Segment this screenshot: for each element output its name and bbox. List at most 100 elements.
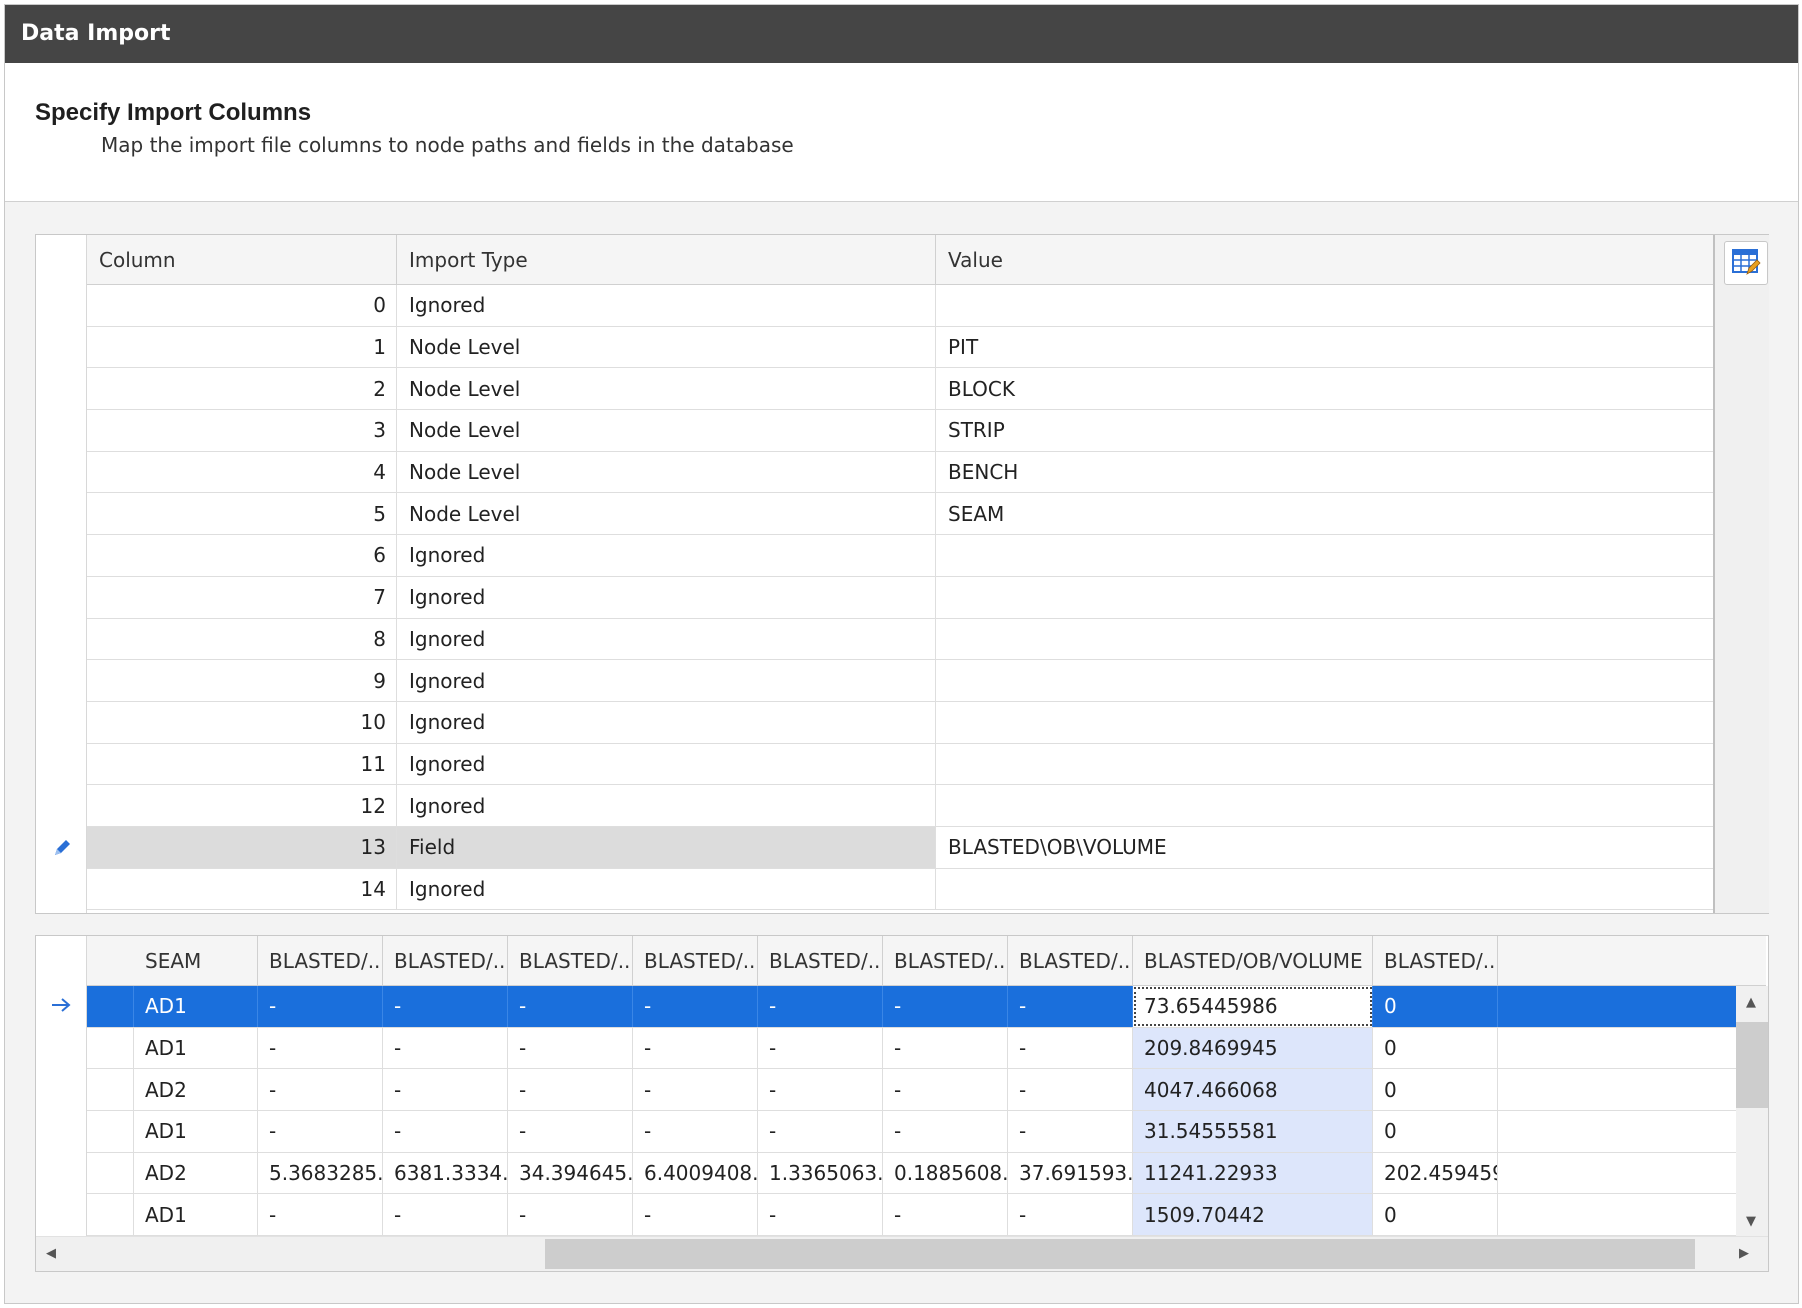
preview-cell[interactable]: - bbox=[508, 986, 633, 1027]
preview-cell[interactable]: 0 bbox=[1373, 986, 1498, 1027]
preview-cell[interactable]: 37.691593... bbox=[1008, 1152, 1133, 1194]
cell-value[interactable] bbox=[936, 785, 1713, 826]
cell-import-type[interactable]: Node Level bbox=[397, 326, 936, 368]
preview-cell[interactable]: AD2 bbox=[134, 1069, 258, 1111]
preview-cell[interactable]: 202.4594597 bbox=[1373, 1152, 1498, 1194]
preview-cell[interactable]: 5.3683285... bbox=[258, 1152, 383, 1194]
preview-cell[interactable]: - bbox=[383, 1111, 508, 1152]
preview-cell[interactable]: - bbox=[508, 1194, 633, 1236]
cell-value[interactable]: PIT bbox=[936, 327, 1713, 368]
preview-header-cell[interactable]: BLASTED/... bbox=[258, 936, 383, 986]
vertical-scrollbar[interactable]: ▲ ▼ bbox=[1736, 986, 1768, 1236]
cell-value[interactable] bbox=[936, 285, 1713, 326]
cell-column-index[interactable]: 5 bbox=[87, 493, 397, 535]
cell-value[interactable]: STRIP bbox=[936, 410, 1713, 451]
mapping-row[interactable]: 6 Ignored bbox=[87, 535, 1713, 577]
cell-value[interactable]: BLASTED\OB\VOLUME bbox=[936, 827, 1713, 868]
cell-column-index[interactable]: 13 bbox=[87, 826, 397, 868]
preview-cell[interactable]: - bbox=[758, 1069, 883, 1111]
preview-cell[interactable]: - bbox=[258, 1027, 383, 1069]
header-value[interactable]: Value bbox=[936, 235, 1713, 285]
preview-cell[interactable]: - bbox=[758, 986, 883, 1027]
cell-value[interactable] bbox=[936, 660, 1713, 701]
preview-cell[interactable]: 1509.70442 bbox=[1133, 1194, 1373, 1236]
cell-import-type[interactable]: Node Level bbox=[397, 451, 936, 493]
cell-import-type[interactable]: Ignored bbox=[397, 743, 936, 785]
preview-cell[interactable]: - bbox=[1008, 1111, 1133, 1152]
mapping-row[interactable]: 0 Ignored bbox=[87, 285, 1713, 327]
scroll-left-arrow-icon[interactable]: ◀ bbox=[46, 1247, 56, 1260]
scroll-down-arrow-icon[interactable]: ▼ bbox=[1746, 1215, 1756, 1228]
mapping-row[interactable]: 7 Ignored bbox=[87, 576, 1713, 619]
preview-cell[interactable]: - bbox=[383, 986, 508, 1027]
cell-column-index[interactable]: 0 bbox=[87, 285, 397, 326]
preview-header-cell[interactable]: BLASTED/OB/VOLUME bbox=[1133, 936, 1373, 986]
preview-cell[interactable]: 0.1885608... bbox=[883, 1152, 1008, 1194]
preview-cell[interactable]: 209.8469945 bbox=[1133, 1027, 1373, 1069]
preview-cell[interactable]: - bbox=[1008, 986, 1133, 1027]
preview-header-cell[interactable]: BLASTED/... bbox=[508, 936, 633, 986]
cell-value[interactable] bbox=[936, 619, 1713, 660]
cell-column-index[interactable]: 10 bbox=[87, 701, 397, 743]
preview-cell[interactable]: 0 bbox=[1373, 1111, 1498, 1152]
preview-cell[interactable]: - bbox=[383, 1069, 508, 1111]
grid-options-button[interactable] bbox=[1724, 241, 1768, 285]
preview-cell[interactable]: - bbox=[633, 1069, 758, 1111]
preview-cell[interactable]: - bbox=[383, 1027, 508, 1069]
preview-row[interactable]: AD25.3683285...6381.3334...34.394645...6… bbox=[87, 1152, 1737, 1195]
preview-cell[interactable]: - bbox=[508, 1111, 633, 1152]
cell-import-type[interactable]: Ignored bbox=[397, 785, 936, 826]
cell-import-type[interactable]: Field bbox=[397, 826, 936, 868]
preview-header-cell[interactable]: SEAM bbox=[134, 936, 258, 986]
cell-column-index[interactable]: 3 bbox=[87, 410, 397, 451]
preview-cell[interactable]: - bbox=[758, 1027, 883, 1069]
cell-column-index[interactable]: 11 bbox=[87, 743, 397, 785]
preview-row[interactable]: AD2- - - - - - -4047.466068 0 bbox=[87, 1069, 1737, 1112]
preview-cell[interactable]: - bbox=[508, 1069, 633, 1111]
mapping-row[interactable]: 11 Ignored bbox=[87, 743, 1713, 786]
cell-column-index[interactable]: 7 bbox=[87, 576, 397, 618]
preview-cell[interactable]: 0 bbox=[1373, 1069, 1498, 1111]
mapping-row[interactable]: 13 Field BLASTED\OB\VOLUME bbox=[87, 826, 1713, 869]
cell-import-type[interactable]: Ignored bbox=[397, 701, 936, 743]
mapping-row[interactable]: 14 Ignored bbox=[87, 868, 1713, 911]
preview-cell[interactable]: - bbox=[1008, 1027, 1133, 1069]
preview-cell[interactable]: 11241.22933 bbox=[1133, 1152, 1373, 1194]
mapping-row[interactable]: 9 Ignored bbox=[87, 660, 1713, 702]
cell-import-type[interactable]: Node Level bbox=[397, 410, 936, 451]
preview-cell[interactable]: - bbox=[633, 1111, 758, 1152]
preview-cell[interactable]: - bbox=[633, 1194, 758, 1236]
scroll-right-arrow-icon[interactable]: ▶ bbox=[1739, 1247, 1749, 1260]
mapping-row[interactable]: 1 Node Level PIT bbox=[87, 326, 1713, 369]
cell-column-index[interactable]: 2 bbox=[87, 368, 397, 410]
cell-import-type[interactable]: Ignored bbox=[397, 868, 936, 910]
import-preview-grid[interactable]: SEAM BLASTED/... BLASTED/... BLASTED/... BLA… bbox=[35, 935, 1769, 1272]
cell-column-index[interactable]: 9 bbox=[87, 660, 397, 701]
column-mapping-grid[interactable]: Column Import Type Value 0 Ignored 1 Node L… bbox=[35, 234, 1769, 914]
cell-column-index[interactable]: 4 bbox=[87, 451, 397, 493]
cell-column-index[interactable]: 8 bbox=[87, 618, 397, 660]
preview-cell[interactable]: - bbox=[633, 1027, 758, 1069]
cell-value[interactable] bbox=[936, 577, 1713, 618]
cell-value[interactable]: BLOCK bbox=[936, 368, 1713, 409]
cell-import-type[interactable]: Node Level bbox=[397, 493, 936, 535]
preview-row[interactable]: AD1- - - - - - -31.54555581 0 bbox=[87, 1111, 1737, 1153]
cell-value[interactable]: SEAM bbox=[936, 493, 1713, 534]
mapping-row[interactable]: 3 Node Level STRIP bbox=[87, 410, 1713, 452]
preview-cell[interactable]: - bbox=[883, 1069, 1008, 1111]
preview-cell[interactable]: - bbox=[258, 986, 383, 1027]
preview-cell[interactable]: 0 bbox=[1373, 1027, 1498, 1069]
mapping-row[interactable]: 2 Node Level BLOCK bbox=[87, 368, 1713, 411]
preview-row[interactable]: AD1- - - - - - -73.65445986 0 bbox=[87, 986, 1737, 1028]
cell-column-index[interactable]: 6 bbox=[87, 535, 397, 576]
preview-cell[interactable]: AD1 bbox=[134, 1111, 258, 1152]
preview-cell[interactable]: 31.54555581 bbox=[1133, 1111, 1373, 1152]
cell-import-type[interactable]: Node Level bbox=[397, 368, 936, 410]
preview-cell[interactable]: - bbox=[258, 1111, 383, 1152]
preview-cell[interactable]: - bbox=[1008, 1069, 1133, 1111]
cell-import-type[interactable]: Ignored bbox=[397, 285, 936, 326]
preview-cell[interactable]: - bbox=[883, 986, 1008, 1027]
preview-cell[interactable]: AD2 bbox=[134, 1152, 258, 1194]
cell-value[interactable] bbox=[936, 702, 1713, 743]
preview-row[interactable]: AD1- - - - - - -1509.70442 0 bbox=[87, 1194, 1737, 1237]
